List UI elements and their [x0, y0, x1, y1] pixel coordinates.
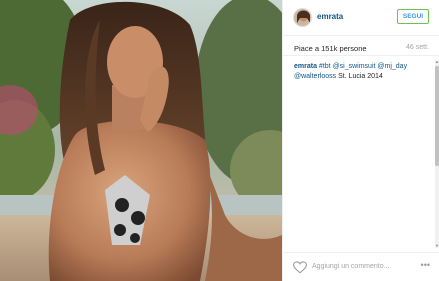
post-side-panel: emrata SEGUI Piace a 151k persone 46 set…	[282, 0, 439, 281]
post-photo-image	[0, 0, 282, 281]
caption-place: St. Lucia 2014	[338, 72, 383, 80]
avatar[interactable]	[293, 8, 312, 27]
scroll-down-arrow-icon[interactable]: ▼	[435, 244, 439, 248]
avatar-image	[294, 9, 311, 26]
username-link[interactable]: emrata	[317, 12, 343, 21]
follow-button[interactable]: SEGUI	[397, 9, 429, 24]
post-header: emrata SEGUI	[283, 0, 439, 36]
heart-icon[interactable]	[293, 261, 307, 274]
caption-mention-si-swimsuit[interactable]: @si_swimsuit	[333, 63, 376, 70]
caption-mention-walterlooss[interactable]: @walterlooss	[294, 73, 336, 80]
caption-username[interactable]: emrata	[294, 63, 317, 70]
scroll-thumb[interactable]	[435, 66, 439, 166]
post-time[interactable]: 46 sett.	[406, 44, 429, 51]
scrollbar[interactable]: ▲ ▼	[435, 60, 439, 248]
caption: emrata #tbt @si_swimsuit @mj_day @walter…	[294, 62, 430, 81]
scroll-up-arrow-icon[interactable]: ▲	[435, 60, 439, 64]
more-options-icon[interactable]: •••	[421, 260, 430, 270]
comment-input[interactable]: Aggiungi un commento...	[312, 263, 389, 270]
likes-count[interactable]: Piace a 151k persone	[294, 44, 367, 53]
likes-row: Piace a 151k persone 46 sett.	[283, 36, 439, 56]
caption-mention-mj-day[interactable]: @mj_day	[377, 63, 407, 70]
post-photo[interactable]	[0, 0, 282, 281]
caption-hashtag[interactable]: #tbt	[319, 63, 331, 70]
post-footer: Aggiungi un commento... •••	[283, 252, 439, 281]
